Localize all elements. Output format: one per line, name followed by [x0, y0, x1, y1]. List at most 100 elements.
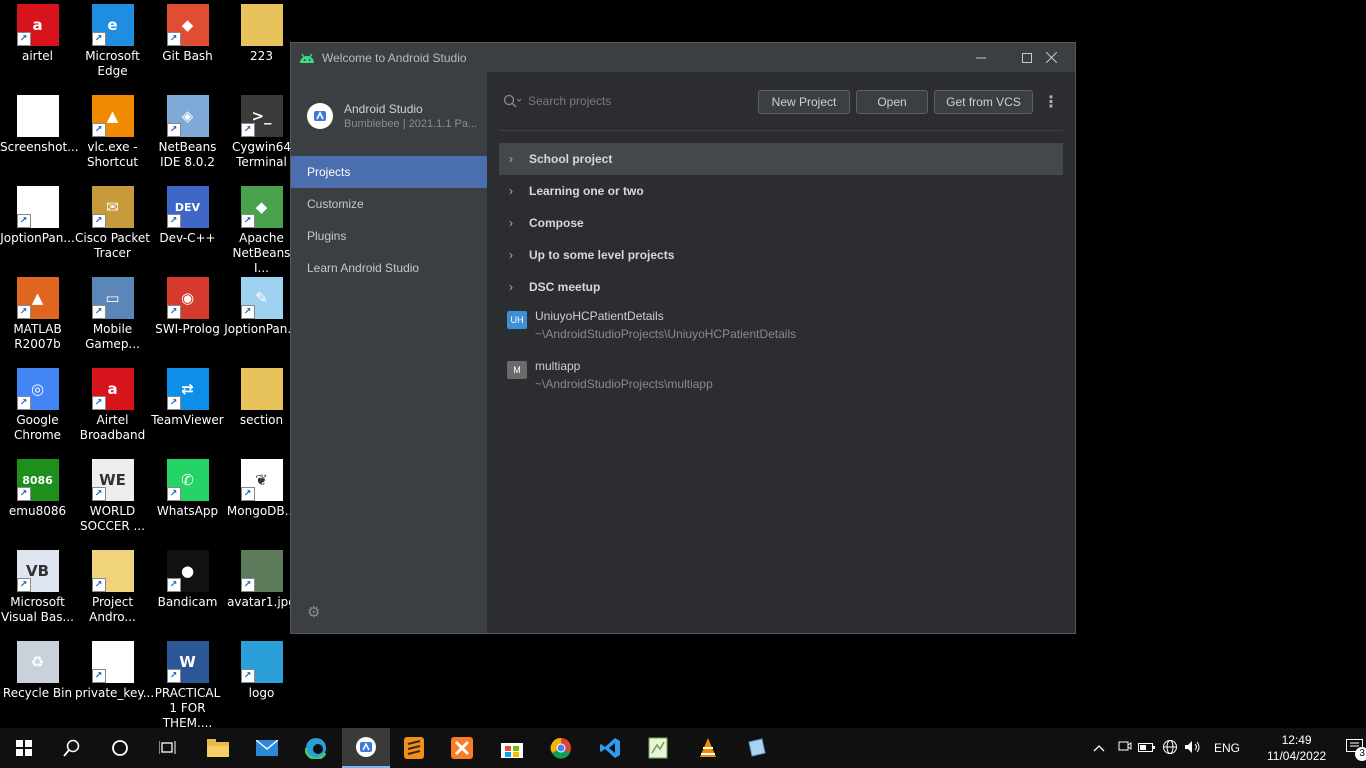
shortcut-arrow-icon: ↗ — [16, 578, 31, 592]
desktop-icon[interactable]: ▲ ↗ vlc.exe - Shortcut — [75, 95, 150, 170]
task-view-button[interactable] — [144, 728, 192, 768]
desktop-icon-label: JoptionPan... — [224, 322, 299, 336]
taskbar-mail[interactable] — [243, 728, 291, 768]
language-indicator[interactable]: ENG — [1214, 741, 1240, 755]
shortcut-arrow-icon: ↗ — [91, 305, 106, 319]
word-document-icon: W ↗ — [166, 641, 209, 683]
recent-project-item[interactable]: UH UniuyoHCPatientDetails ~\AndroidStudi… — [507, 307, 1063, 351]
nav-learn-android-studio[interactable]: Learn Android Studio — [291, 252, 487, 284]
desktop-icon[interactable]: ◉ ↗ SWI-Prolog — [150, 277, 225, 337]
desktop-icon[interactable]: ● ↗ Bandicam — [150, 550, 225, 610]
taskbar-edge[interactable] — [292, 728, 340, 768]
search-input[interactable]: Search projects — [528, 94, 611, 108]
project-group-up-to-some-level[interactable]: › Up to some level projects — [499, 239, 1063, 271]
desktop-icon[interactable]: a ↗ airtel — [0, 4, 75, 64]
desktop-icon[interactable]: ◎ ↗ Google Chrome — [0, 368, 75, 443]
recent-project-item[interactable]: M multiapp ~\AndroidStudioProjects\multi… — [507, 357, 1063, 401]
taskbar-file-explorer[interactable] — [194, 728, 242, 768]
desktop-icon-label: Dev-C++ — [159, 231, 216, 245]
desktop-icon[interactable]: ↗ Project Andro... — [75, 550, 150, 625]
volume-icon[interactable] — [1184, 740, 1202, 757]
shortcut-arrow-icon: ↗ — [240, 214, 255, 228]
notepad-icon — [648, 737, 668, 759]
more-options-icon[interactable]: ⋮ — [1043, 92, 1059, 111]
desktop-icon[interactable]: ✎ ↗ JoptionPan... — [224, 277, 299, 337]
desktop-icon[interactable]: e ↗ Microsoft Edge — [75, 4, 150, 79]
meet-now-icon[interactable] — [1116, 740, 1132, 757]
get-from-vcs-button[interactable]: Get from VCS — [934, 90, 1033, 114]
project-badge: M — [507, 361, 527, 379]
search-taskbar-button[interactable] — [48, 728, 96, 768]
desktop-icon[interactable]: ↗ private_key... — [75, 641, 154, 701]
cortana-button[interactable] — [96, 728, 144, 768]
taskbar-android-studio[interactable] — [342, 728, 390, 768]
taskbar-xampp[interactable] — [438, 728, 486, 768]
project-path: ~\AndroidStudioProjects\UniuyoHCPatientD… — [535, 327, 797, 341]
nav-plugins[interactable]: Plugins — [291, 220, 487, 252]
desktop-icon[interactable]: Screenshot... — [0, 95, 79, 155]
desktop-icon[interactable]: ❦ ↗ MongoDB... — [224, 459, 299, 519]
taskbar-vlc[interactable] — [684, 728, 732, 768]
taskbar-app[interactable] — [732, 728, 780, 768]
project-group-dsc-meetup[interactable]: › DSC meetup — [499, 271, 1063, 303]
taskbar-store[interactable] — [488, 728, 536, 768]
desktop-icon-label: section — [239, 413, 284, 427]
nav-projects[interactable]: Projects — [291, 156, 487, 188]
sublime-text-icon — [404, 737, 424, 759]
desktop-icon-label: Microsoft Edge — [85, 49, 140, 78]
desktop-icon[interactable]: DEV ↗ Dev-C++ — [150, 186, 225, 246]
open-button[interactable]: Open — [856, 90, 928, 114]
desktop-icon-label: JoptionPan... — [0, 231, 75, 245]
desktop-icon[interactable]: ✆ ↗ WhatsApp — [150, 459, 225, 519]
project-group-learning[interactable]: › Learning one or two — [499, 175, 1063, 207]
title-bar[interactable]: Welcome to Android Studio — [291, 43, 1075, 72]
desktop-icon[interactable]: ▭ ↗ Mobile Gamep... — [75, 277, 150, 352]
taskbar-sublime-text[interactable] — [390, 728, 438, 768]
taskbar-chrome[interactable] — [537, 728, 585, 768]
shortcut-arrow-icon: ↗ — [16, 396, 31, 410]
desktop-icon[interactable]: W ↗ PRACTICAL 1 FOR THEM.... — [150, 641, 225, 731]
desktop-icon[interactable]: 223 — [224, 4, 299, 64]
desktop-icon-label: Recycle Bin — [2, 686, 73, 700]
shortcut-arrow-icon: ↗ — [240, 123, 255, 137]
taskbar-editor-app[interactable] — [634, 728, 682, 768]
minimize-button[interactable] — [958, 43, 1004, 72]
battery-icon[interactable] — [1138, 741, 1156, 756]
group-label: Up to some level projects — [529, 248, 675, 262]
desktop-icon[interactable]: ◈ ↗ NetBeans IDE 8.0.2 — [150, 95, 225, 170]
shortcut-arrow-icon: ↗ — [240, 578, 255, 592]
desktop-icon[interactable]: ◆ ↗ Apache NetBeans I... — [224, 186, 299, 276]
desktop-icon[interactable]: a ↗ Airtel Broadband — [75, 368, 150, 443]
desktop-icon[interactable]: ↗ JoptionPan... — [0, 186, 75, 246]
desktop-icon[interactable]: VB ↗ Microsoft Visual Bas... — [0, 550, 75, 625]
close-button[interactable] — [1028, 43, 1074, 72]
action-center-icon[interactable]: 3 — [1346, 738, 1366, 761]
settings-gear-icon[interactable]: ⚙ — [307, 603, 320, 621]
taskbar-vscode[interactable] — [586, 728, 634, 768]
desktop-icon[interactable]: >_ ↗ Cygwin64 Terminal — [224, 95, 299, 170]
desktop-icon[interactable]: ↗ logo — [224, 641, 299, 701]
start-button[interactable] — [0, 728, 48, 768]
desktop-icon-label: Mobile Gamep... — [85, 322, 140, 351]
desktop-icon[interactable]: ◆ ↗ Git Bash — [150, 4, 225, 64]
desktop-icon[interactable]: 8086 ↗ emu8086 — [0, 459, 75, 519]
desktop-icon[interactable]: ✉ ↗ Cisco Packet Tracer — [75, 186, 150, 261]
new-project-button[interactable]: New Project — [758, 90, 850, 114]
desktop-icon[interactable]: section — [224, 368, 299, 428]
clock[interactable]: 12:49 11/04/2022 — [1267, 732, 1326, 764]
desktop-icon[interactable]: WE ↗ WORLD SOCCER ... — [75, 459, 150, 534]
network-globe-icon[interactable] — [1162, 739, 1178, 758]
search-box[interactable]: Search projects — [503, 94, 611, 108]
desktop-icon[interactable]: ▲ ↗ MATLAB R2007b — [0, 277, 75, 352]
desktop-icon[interactable]: ⇄ ↗ TeamViewer — [150, 368, 225, 428]
desktop-icon-label: TeamViewer — [151, 413, 224, 427]
android-studio-welcome-window: Welcome to Android Studio Android Studio… — [290, 42, 1076, 634]
nav-customize[interactable]: Customize — [291, 188, 487, 220]
desktop-icon-label: Cygwin64 Terminal — [231, 140, 292, 169]
brand-version: Bumblebee | 2021.1.1 Pa... — [344, 118, 478, 130]
project-group-compose[interactable]: › Compose — [499, 207, 1063, 239]
desktop-icon[interactable]: ♻ Recycle Bin — [0, 641, 75, 701]
project-group-school-project[interactable]: › School project — [499, 143, 1063, 175]
desktop-icon[interactable]: ↗ avatar1.jpg — [224, 550, 299, 610]
show-hidden-icons-icon[interactable] — [1090, 741, 1108, 755]
